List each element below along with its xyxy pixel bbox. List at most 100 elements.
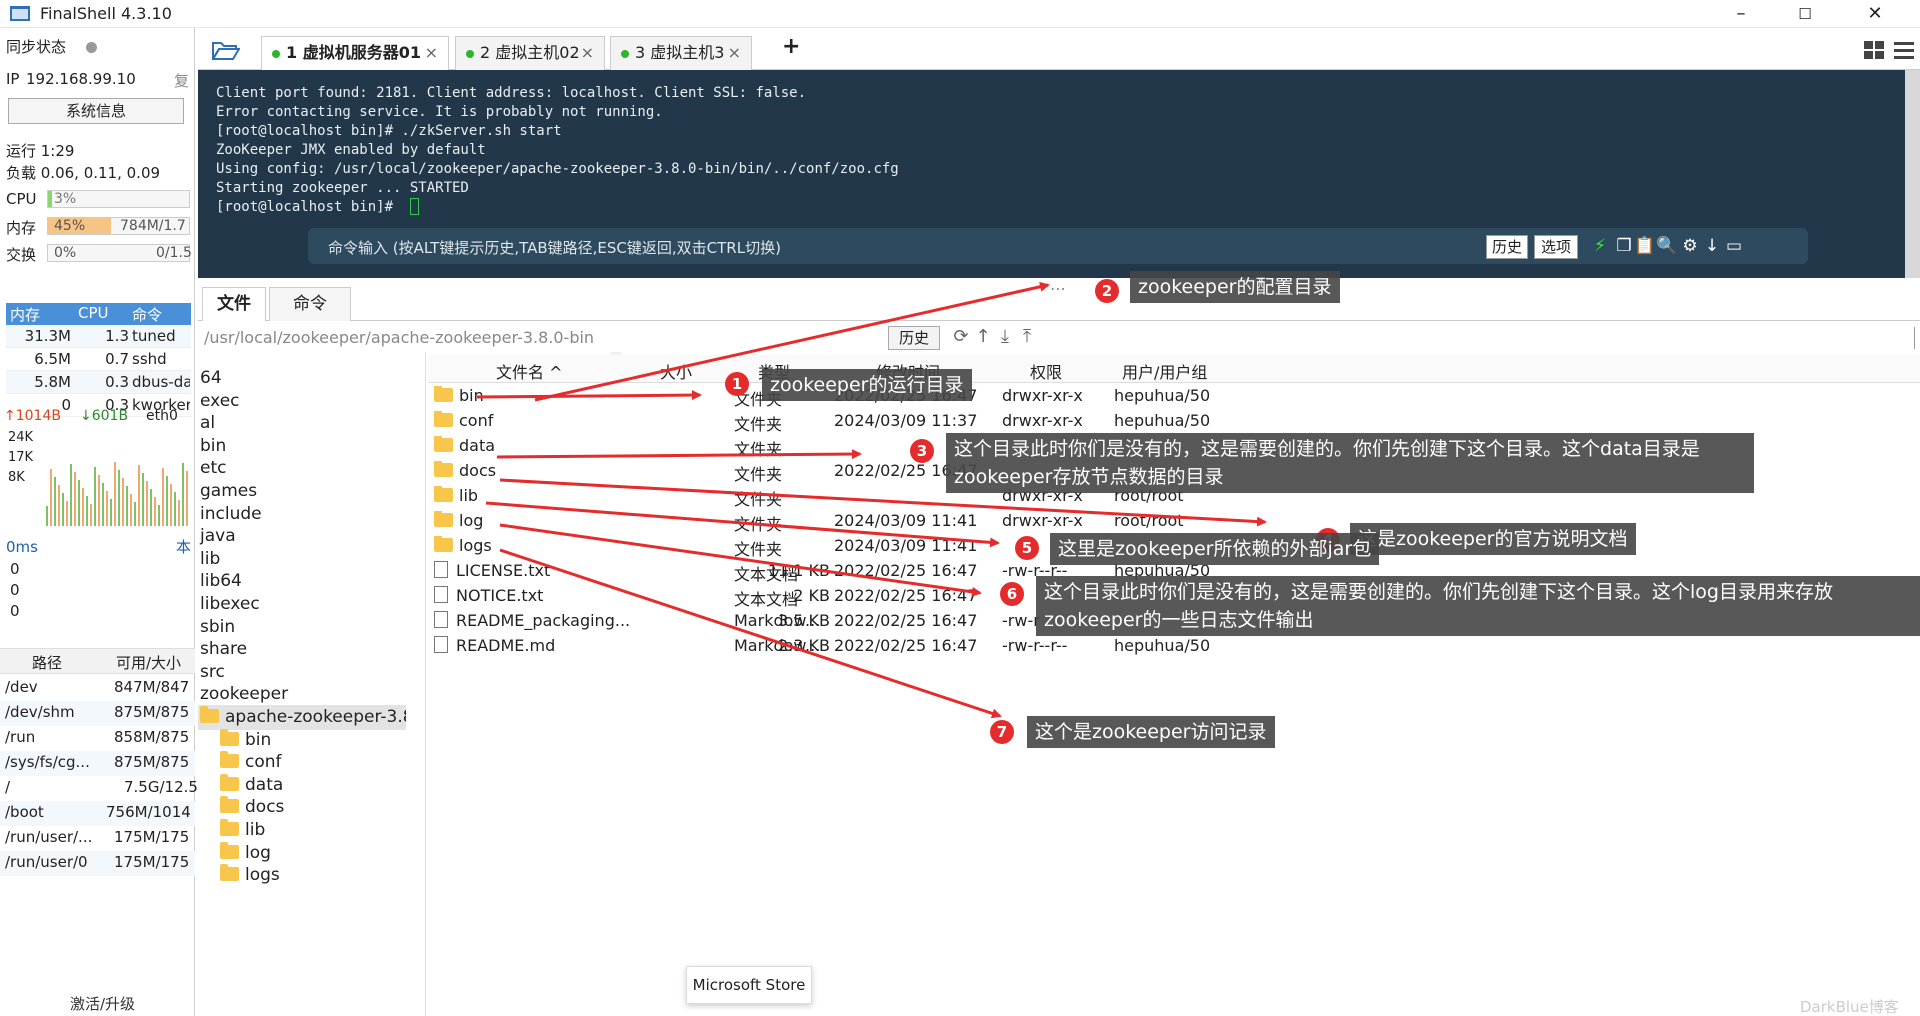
minimize-button[interactable]: – (1712, 0, 1770, 28)
paste-icon[interactable]: 📋 (1634, 236, 1655, 256)
terminal[interactable]: Client port found: 2181. Client address:… (198, 70, 1920, 278)
tree-child-item[interactable]: docs (220, 796, 284, 817)
history-button[interactable]: 历史 (1486, 235, 1528, 259)
disk-size: 175M/175 (114, 828, 190, 846)
disk-row[interactable]: /run/user/... 175M/175 (0, 826, 195, 851)
file-row[interactable]: log 文件夹 2024/03/09 11:41 drwxr-xr-x root/roo… (428, 509, 1920, 534)
proc-header-mem[interactable]: 内存 (10, 304, 40, 325)
search-icon[interactable]: 🔍 (1656, 236, 1677, 256)
window-icon[interactable]: ▭ (1724, 236, 1744, 256)
tab-close-icon[interactable]: × (581, 37, 594, 69)
tab-close-icon[interactable]: × (425, 37, 438, 69)
splitter-handle-icon[interactable]: ⋯ (1050, 279, 1066, 298)
path-input[interactable]: /usr/local/zookeeper/apache-zookeeper-3.… (204, 328, 594, 347)
grid-layout-icon[interactable] (1864, 41, 1884, 59)
disk-row[interactable]: /dev 847M/847 (0, 676, 195, 701)
tree-item[interactable]: exec (200, 391, 240, 411)
tree-child-item[interactable]: bin (220, 728, 271, 750)
download-icon[interactable]: ⤓ (994, 326, 1016, 348)
disk-row[interactable]: /run/user/0 175M/175 (0, 851, 195, 876)
arrow-down-icon[interactable]: ↓ (1702, 236, 1722, 256)
options-button[interactable]: 选项 (1534, 235, 1578, 259)
col-size[interactable]: 大小 (660, 359, 692, 383)
close-button[interactable]: ✕ (1846, 0, 1904, 28)
swap-detail: 0/1.5 (156, 245, 192, 261)
tree-item[interactable]: sbin (200, 617, 235, 637)
tree-item[interactable]: bin (200, 436, 226, 456)
process-row[interactable]: 5.8M 0.3 dbus-da (6, 371, 191, 394)
session-online-dot-icon (466, 49, 474, 58)
proc-header-cpu[interactable]: CPU (78, 304, 109, 322)
tab-session-2[interactable]: 2 虚拟主机02 × (455, 36, 605, 70)
menu-icon[interactable] (1894, 41, 1914, 59)
col-owner[interactable]: 用户/用户组 (1122, 359, 1207, 383)
file-type: Markdow... (734, 611, 821, 630)
tree-item[interactable]: share (200, 639, 247, 659)
tree-child-item[interactable]: logs (220, 864, 280, 885)
file-row[interactable]: conf 文件夹 2024/03/09 11:37 drwxr-xr-x hepuhua… (428, 409, 1920, 434)
disk-header-path[interactable]: 路径 (32, 652, 62, 673)
disk-header-size[interactable]: 可用/大小 (116, 652, 181, 673)
command-input[interactable]: 命令输入 (按ALT键提示历史,TAB键路径,ESC键返回,双击CTRL切换) (328, 237, 781, 258)
tree-item[interactable]: 64 (200, 368, 222, 388)
copy-ip-button[interactable]: 复 (174, 70, 189, 91)
lightning-icon[interactable]: ⚡ (1590, 236, 1610, 256)
tree-item[interactable]: etc (200, 458, 226, 478)
tree-item[interactable]: include (200, 504, 262, 524)
add-tab-button[interactable]: + (782, 34, 800, 59)
command-input-bar[interactable]: 命令输入 (按ALT键提示历史,TAB键路径,ESC键返回,双击CTRL切换) … (308, 228, 1808, 264)
refresh-icon[interactable]: ⟳ (950, 326, 972, 348)
net-traffic-bar (82, 488, 84, 526)
tree-item[interactable]: zookeeper (200, 684, 288, 704)
tab-session-1[interactable]: 1 虚拟机服务器01 × (261, 36, 449, 70)
folder-open-icon[interactable] (212, 40, 240, 60)
tree-item[interactable]: lib (200, 549, 220, 569)
col-perm[interactable]: 权限 (1030, 359, 1062, 383)
tab-close-icon[interactable]: × (728, 37, 741, 69)
disk-row[interactable]: /sys/fs/cg... 875M/875 (0, 751, 195, 776)
ping-target[interactable]: 本 (176, 536, 191, 557)
file-name: data (459, 436, 496, 455)
net-traffic-bar (66, 501, 68, 526)
ping-value: 0 (10, 581, 20, 599)
proc-header-cmd[interactable]: 命令 (132, 304, 162, 325)
tree-item[interactable]: al (200, 413, 215, 433)
disk-row[interactable]: /run 858M/875 (0, 726, 195, 751)
up-dir-icon[interactable]: ↑ (972, 326, 994, 348)
file-type: 文本文档 (734, 565, 799, 584)
upload-icon[interactable]: ⤒ (1016, 326, 1038, 348)
maximize-button[interactable]: ☐ (1776, 0, 1834, 28)
tree-item[interactable]: lib64 (200, 571, 242, 591)
disk-row[interactable]: /boot 756M/1014 (0, 801, 195, 826)
copy-icon[interactable]: ❐ (1614, 236, 1634, 256)
net-traffic-bar (98, 475, 100, 526)
process-row[interactable]: 31.3M 1.3 tuned (6, 325, 191, 348)
tree-item[interactable]: src (200, 662, 225, 682)
process-row[interactable]: 6.5M 0.7 sshd (6, 348, 191, 371)
disk-row[interactable]: / 7.5G/12.5 (0, 776, 198, 801)
col-name[interactable]: 文件名 ^ (496, 359, 563, 383)
activate-upgrade-link[interactable]: 激活/升级 (70, 993, 135, 1014)
terminal-scrollbar[interactable] (1905, 70, 1920, 278)
tree-item-selected[interactable]: apache-zookeeper-3.8.0- (198, 705, 406, 730)
net-traffic-bar (170, 484, 172, 526)
tree-child-item[interactable]: lib (220, 819, 265, 840)
net-tick-label: 8K (8, 470, 25, 485)
tree-item[interactable]: libexec (200, 594, 260, 614)
tree-child-item[interactable]: log (220, 841, 271, 863)
tab-session-3[interactable]: 3 虚拟主机3 × (610, 36, 752, 70)
gear-icon[interactable]: ⚙ (1680, 236, 1700, 256)
system-info-button[interactable]: 系统信息 (8, 98, 184, 124)
tab-files[interactable]: 文件 (202, 287, 266, 321)
tab-commands[interactable]: 命令 (269, 287, 351, 321)
net-interface-select[interactable]: eth0 (146, 408, 178, 424)
disk-size: 7.5G/12.5 (124, 778, 198, 796)
tree-item[interactable]: java (200, 526, 236, 546)
path-history-button[interactable]: 历史 (888, 326, 940, 350)
file-row[interactable]: bin文件夹2022/02/25 16:47drwxr-xr-xhepuhua/… (428, 384, 1920, 409)
tree-child-item[interactable]: conf (220, 751, 282, 772)
tree-item[interactable]: games (200, 481, 257, 501)
file-row[interactable]: README.md 2.3 KB Markdow... 2022/02/25 16:4… (428, 634, 1920, 659)
tree-child-item[interactable]: data (220, 773, 283, 795)
disk-row[interactable]: /dev/shm 875M/875 (0, 701, 195, 726)
